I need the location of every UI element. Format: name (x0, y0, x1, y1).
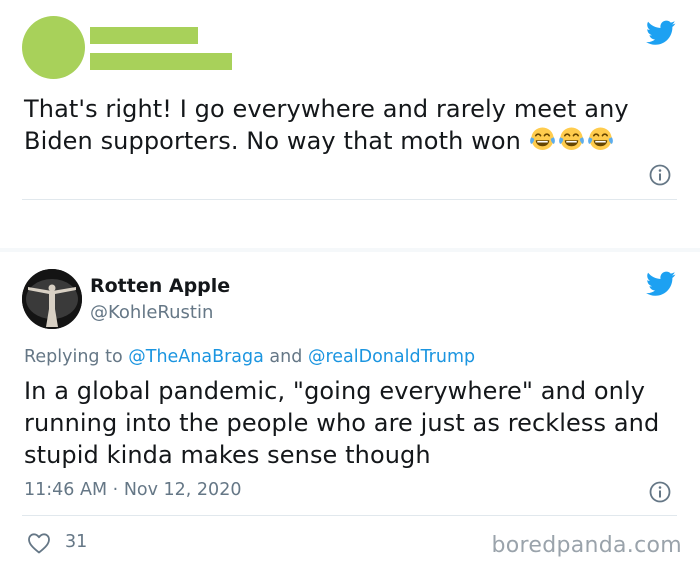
watermark: boredpanda.com (491, 533, 682, 558)
tweet-text: That's right! I go everywhere and rarely… (24, 93, 684, 157)
avatar-image (22, 269, 82, 329)
avatar[interactable] (22, 269, 82, 329)
info-icon[interactable] (649, 164, 671, 186)
emoji-group (529, 127, 616, 155)
display-name[interactable]: Rotten Apple (90, 275, 230, 297)
mention-link[interactable]: @TheAnaBraga (128, 347, 264, 367)
mention-link[interactable]: @realDonaldTrump (308, 347, 475, 367)
heart-icon[interactable] (27, 532, 51, 554)
tweet-text: In a global pandemic, "going everywhere"… (24, 377, 660, 469)
user-handle[interactable]: @KohleRustin (90, 302, 213, 323)
redacted-handle (90, 53, 232, 70)
like-count: 31 (65, 532, 88, 552)
tweet-card-1: That's right! I go everywhere and rarely… (0, 0, 700, 248)
redacted-name (90, 27, 198, 44)
tweet-date: Nov 12, 2020 (123, 480, 242, 500)
redacted-avatar (22, 16, 85, 79)
timestamp-separator: · (112, 480, 119, 500)
twitter-bird-icon[interactable] (646, 271, 676, 297)
face-with-tears-of-joy-emoji-icon (558, 127, 584, 150)
twitter-bird-icon[interactable] (646, 20, 676, 46)
reply-joiner: and (269, 347, 303, 367)
replying-to: Replying to @TheAnaBraga and @realDonald… (24, 347, 475, 367)
timestamp[interactable]: 11:46 AM · Nov 12, 2020 (24, 480, 241, 500)
face-with-tears-of-joy-emoji-icon (529, 127, 555, 150)
face-with-tears-of-joy-emoji-icon (587, 127, 613, 150)
tweet-time: 11:46 AM (24, 480, 108, 500)
reply-prefix: Replying to (24, 347, 123, 367)
tweet-card-2: Rotten Apple @KohleRustin Replying to @T… (0, 252, 700, 570)
tweet-divider (22, 199, 677, 200)
info-icon[interactable] (649, 481, 671, 503)
tweet-divider (22, 515, 677, 516)
